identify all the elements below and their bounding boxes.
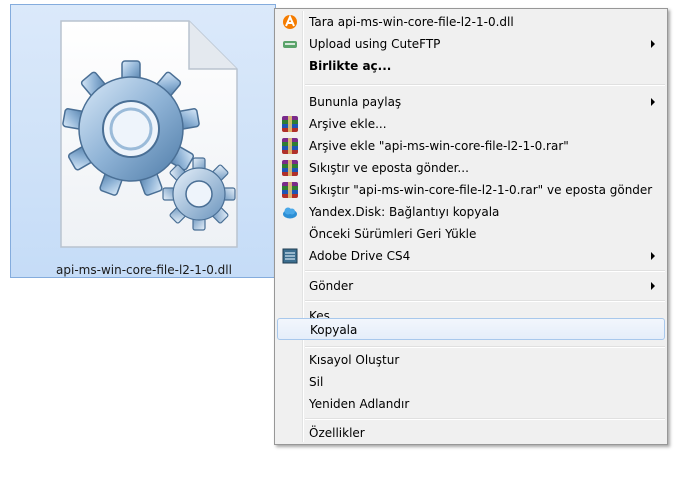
menu-item-label: Upload using CuteFTP	[309, 37, 441, 51]
selected-file[interactable]: api-ms-win-core-file-l2-1-0.dll	[10, 4, 276, 278]
submenu-arrow-icon	[651, 98, 655, 106]
submenu-arrow-icon	[651, 252, 655, 260]
menu-item-restore-previous-versions[interactable]: Önceki Sürümleri Geri Yükle	[277, 223, 665, 245]
winrar-icon	[282, 182, 298, 198]
menu-item-copy[interactable]: Kopyala	[277, 318, 665, 340]
menu-item-add-to-archive[interactable]: Arşive ekle...	[277, 113, 665, 135]
menu-item-upload-cuteftp[interactable]: Upload using CuteFTP	[277, 33, 665, 55]
menu-item-label: Sıkıştır "api-ms-win-core-file-l2-1-0.ra…	[309, 183, 653, 197]
menu-item-label: Özellikler	[309, 426, 365, 440]
adobe-drive-icon	[282, 248, 298, 264]
menu-separator	[305, 418, 665, 420]
yandex-disk-icon	[283, 207, 297, 219]
menu-item-share-with[interactable]: Bununla paylaş	[277, 91, 665, 113]
avast-icon	[283, 14, 297, 29]
menu-item-label: Arşive ekle...	[309, 117, 387, 131]
cuteftp-icon	[283, 41, 297, 48]
menu-item-label: Gönder	[309, 279, 354, 293]
menu-item-label: Arşive ekle "api-ms-win-core-file-l2-1-0…	[309, 139, 569, 153]
menu-item-compress-rar-email[interactable]: Sıkıştır "api-ms-win-core-file-l2-1-0.ra…	[277, 179, 665, 201]
menu-item-send-to[interactable]: Gönder	[277, 275, 665, 297]
menu-item-create-shortcut[interactable]: Kısayol Oluştur	[277, 349, 665, 371]
menu-item-yandex-copy-link[interactable]: Yandex.Disk: Bağlantıyı kopyala	[277, 201, 665, 223]
menu-item-scan[interactable]: Tara api-ms-win-core-file-l2-1-0.dll	[277, 11, 665, 33]
menu-item-label: Sıkıştır ve eposta gönder...	[309, 161, 469, 175]
winrar-icon	[282, 116, 298, 132]
submenu-arrow-icon	[651, 40, 655, 48]
menu-item-label: Tara api-ms-win-core-file-l2-1-0.dll	[309, 15, 514, 29]
winrar-icon	[282, 138, 298, 154]
submenu-arrow-icon	[651, 282, 655, 290]
menu-separator	[305, 300, 665, 302]
menu-item-compress-email[interactable]: Sıkıştır ve eposta gönder...	[277, 157, 665, 179]
menu-item-delete[interactable]: Sil	[277, 371, 665, 393]
desktop: api-ms-win-core-file-l2-1-0.dll Tara api…	[0, 0, 700, 499]
menu-item-adobe-drive[interactable]: Adobe Drive CS4	[277, 245, 665, 267]
menu-item-label: Yandex.Disk: Bağlantıyı kopyala	[309, 205, 500, 219]
menu-item-properties[interactable]: Özellikler	[277, 422, 665, 444]
menu-separator	[305, 270, 665, 272]
menu-item-label: Adobe Drive CS4	[309, 249, 411, 263]
context-menu: Tara api-ms-win-core-file-l2-1-0.dll Upl…	[274, 8, 668, 445]
menu-item-label: Sil	[309, 375, 324, 389]
menu-item-open-with[interactable]: Birlikte aç...	[277, 55, 665, 77]
winrar-icon	[282, 160, 298, 176]
menu-item-rename[interactable]: Yeniden Adlandır	[277, 393, 665, 415]
menu-item-add-to-rar[interactable]: Arşive ekle "api-ms-win-core-file-l2-1-0…	[277, 135, 665, 157]
menu-separator	[305, 346, 665, 348]
file-name-label[interactable]: api-ms-win-core-file-l2-1-0.dll	[11, 263, 277, 277]
dll-gear-file-icon	[60, 20, 238, 248]
menu-item-label: Birlikte aç...	[309, 59, 392, 73]
menu-item-label: Önceki Sürümleri Geri Yükle	[309, 227, 477, 241]
menu-item-label: Kopyala	[310, 323, 358, 337]
menu-item-label: Bununla paylaş	[309, 95, 402, 109]
menu-separator	[305, 84, 665, 86]
menu-item-label: Kısayol Oluştur	[309, 353, 400, 367]
menu-item-label: Yeniden Adlandır	[309, 397, 410, 411]
